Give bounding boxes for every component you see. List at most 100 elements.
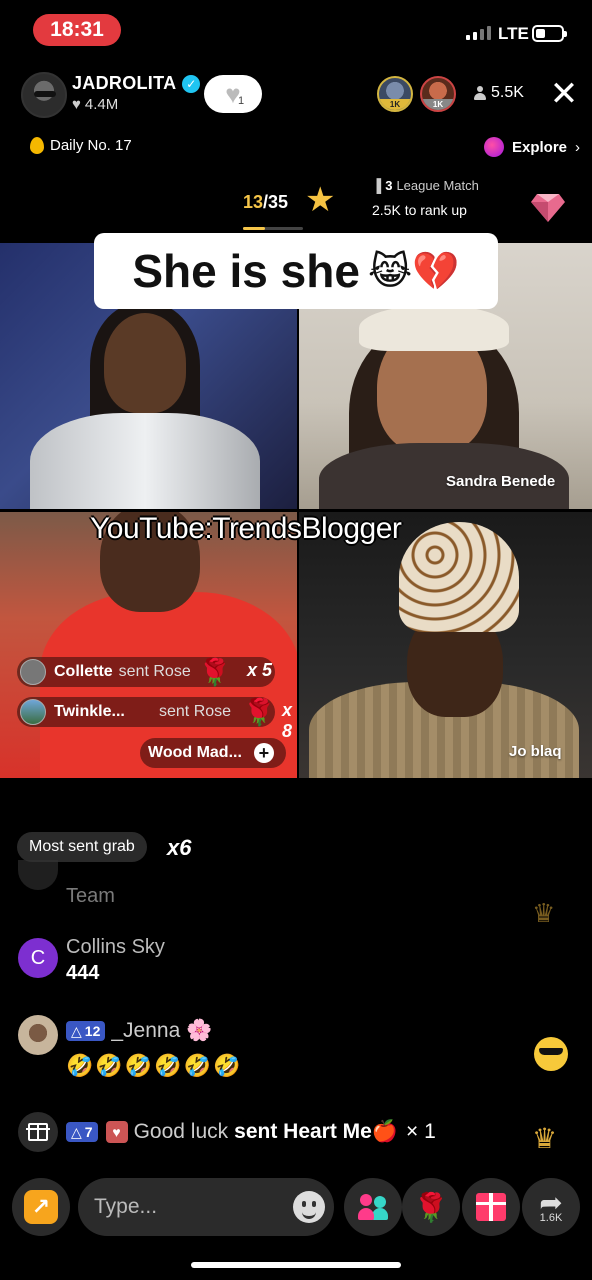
diamond-icon[interactable]	[531, 192, 565, 222]
comment-input[interactable]	[94, 1192, 284, 1222]
chat-username: _Jenna	[111, 1019, 181, 1042]
rank-progress	[243, 227, 303, 230]
signal-icon	[466, 26, 491, 40]
top-viewer-score: 1K	[422, 99, 454, 110]
viewer-count-value: 5.5K	[491, 84, 524, 101]
avatar[interactable]	[18, 1015, 58, 1055]
battery-icon	[532, 25, 567, 42]
explore-label: Explore	[512, 138, 568, 156]
people-icon	[358, 1194, 388, 1220]
gift-text: sent Heart Me	[234, 1120, 372, 1143]
chat-username: Good luck	[133, 1120, 229, 1143]
gift-icon[interactable]	[18, 1112, 58, 1152]
network-label: LTE	[498, 24, 529, 43]
status-bar: 18:31 LTE	[0, 0, 592, 64]
arrow-icon: ↗	[24, 1190, 58, 1224]
chat-message: 444	[66, 962, 100, 984]
top-viewer-avatar[interactable]: 1K	[420, 76, 456, 112]
caption-overlay: She is she 😹💔	[94, 233, 498, 309]
gift-verb: sent Rose	[159, 703, 232, 720]
avatar	[18, 860, 58, 890]
guest-name-tag[interactable]: Sandra Benede	[446, 473, 555, 490]
emoji-icon[interactable]	[293, 1191, 325, 1223]
apple-gift-icon: 🍎	[371, 1120, 399, 1143]
rank-total: /35	[263, 192, 289, 212]
gift-button[interactable]	[462, 1178, 520, 1236]
sunglasses-emoji-icon[interactable]	[534, 1037, 568, 1071]
bottom-bar: ↗ 🌹 ➦ 1.6K	[0, 1178, 592, 1238]
guest-name-tag[interactable]: Jo blaq	[509, 743, 562, 760]
plus-icon[interactable]: +	[253, 743, 274, 763]
daily-label: Daily No. 17	[50, 137, 132, 154]
like-button[interactable]: ♥ 1	[204, 75, 262, 113]
share-button[interactable]: ➦ 1.6K	[522, 1178, 580, 1236]
most-sent-count: x6	[167, 835, 192, 860]
guest-pill[interactable]: Wood Mad... +	[140, 738, 286, 768]
match-rank[interactable]: 13/35	[243, 192, 288, 213]
promote-button[interactable]: ↗	[12, 1178, 70, 1236]
share-count: 1.6K	[539, 1212, 563, 1224]
guest-pill-label: Wood Mad...	[148, 744, 242, 761]
league-match[interactable]: ▐ 3 League Match	[372, 178, 479, 193]
host-likes-count: 4.4M	[84, 96, 119, 113]
viewer-count[interactable]: 5.5K	[474, 84, 524, 102]
gift-box-icon	[476, 1193, 506, 1221]
explore-button[interactable]: Explore ›	[484, 137, 580, 157]
guest-face	[104, 313, 186, 413]
caption-emoji: 😹💔	[367, 250, 460, 293]
gift-count: x 5	[247, 660, 273, 680]
close-button[interactable]: ✕	[548, 77, 580, 111]
gift-sender: Twinkle...	[54, 703, 125, 720]
league-count: 3	[385, 178, 393, 193]
star-icon[interactable]: ★	[305, 183, 335, 217]
rank-current: 13	[243, 192, 264, 212]
caption-text: She is she	[132, 245, 360, 297]
gift-notification[interactable]: Collette sent Rose 🌹 x 5	[17, 657, 275, 687]
host-name: JADROLITA	[72, 73, 177, 93]
level-badge: △ 12	[66, 1021, 106, 1041]
host-name-row[interactable]: JADROLITA ✓	[72, 73, 201, 94]
gift-count: x 8	[282, 700, 293, 741]
crown-icon: ♛	[532, 1123, 558, 1154]
host-likes: ♥ 4.4M	[72, 96, 118, 113]
most-sent-badge[interactable]: Most sent grab	[17, 832, 147, 862]
heart-badge-icon: ♥	[105, 1121, 128, 1143]
gift-notification[interactable]: Twinkle... sent Rose 🌹 x 8	[17, 697, 292, 741]
guest-body	[30, 413, 260, 509]
rose-icon: 🌹	[243, 697, 276, 727]
flame-icon	[30, 137, 44, 154]
rose-gift-button[interactable]: 🌹	[402, 1178, 460, 1236]
like-button-count: 1	[238, 95, 245, 107]
person-icon	[474, 86, 486, 100]
avatar	[20, 659, 46, 685]
avatar[interactable]: C	[18, 938, 58, 978]
verified-icon: ✓	[182, 74, 201, 93]
guest-hat	[399, 522, 519, 632]
triangle-icon: △	[71, 1123, 82, 1140]
chat-message-faded: Team	[66, 885, 115, 907]
chevron-right-icon: ›	[575, 138, 581, 156]
chat-header[interactable]: △ 12 _Jenna 🌸	[66, 1019, 212, 1043]
explore-icon	[484, 137, 504, 157]
comment-box[interactable]	[78, 1178, 334, 1236]
top-viewer-score: 1K	[379, 99, 411, 110]
league-label: League Match	[396, 178, 479, 193]
top-viewer-avatar[interactable]: 1K	[377, 76, 413, 112]
chat-message: 🤣🤣🤣🤣🤣🤣	[66, 1053, 243, 1078]
bar-chart-icon: ▐	[372, 178, 382, 193]
guest-video-4[interactable]	[299, 512, 592, 778]
level-value: 12	[84, 1023, 101, 1039]
guest-headscarf	[359, 305, 509, 351]
rose-icon: 🌹	[198, 656, 232, 687]
host-avatar[interactable]	[21, 72, 67, 118]
home-indicator[interactable]	[191, 1262, 401, 1268]
level-value: 7	[84, 1124, 93, 1140]
chat-username[interactable]: Collins Sky	[66, 936, 165, 959]
watermark-text: YouTube:TrendsBlogger	[90, 512, 402, 545]
gift-count: × 1	[406, 1120, 436, 1143]
daily-ranking[interactable]: Daily No. 17	[30, 137, 132, 154]
triangle-icon: △	[71, 1022, 82, 1039]
flower-icon: 🌸	[186, 1019, 213, 1042]
multi-guest-button[interactable]	[344, 1178, 402, 1236]
chat-gift-message[interactable]: △ 7 ♥ Good luck sent Heart Me 🍎 × 1	[18, 1112, 518, 1152]
